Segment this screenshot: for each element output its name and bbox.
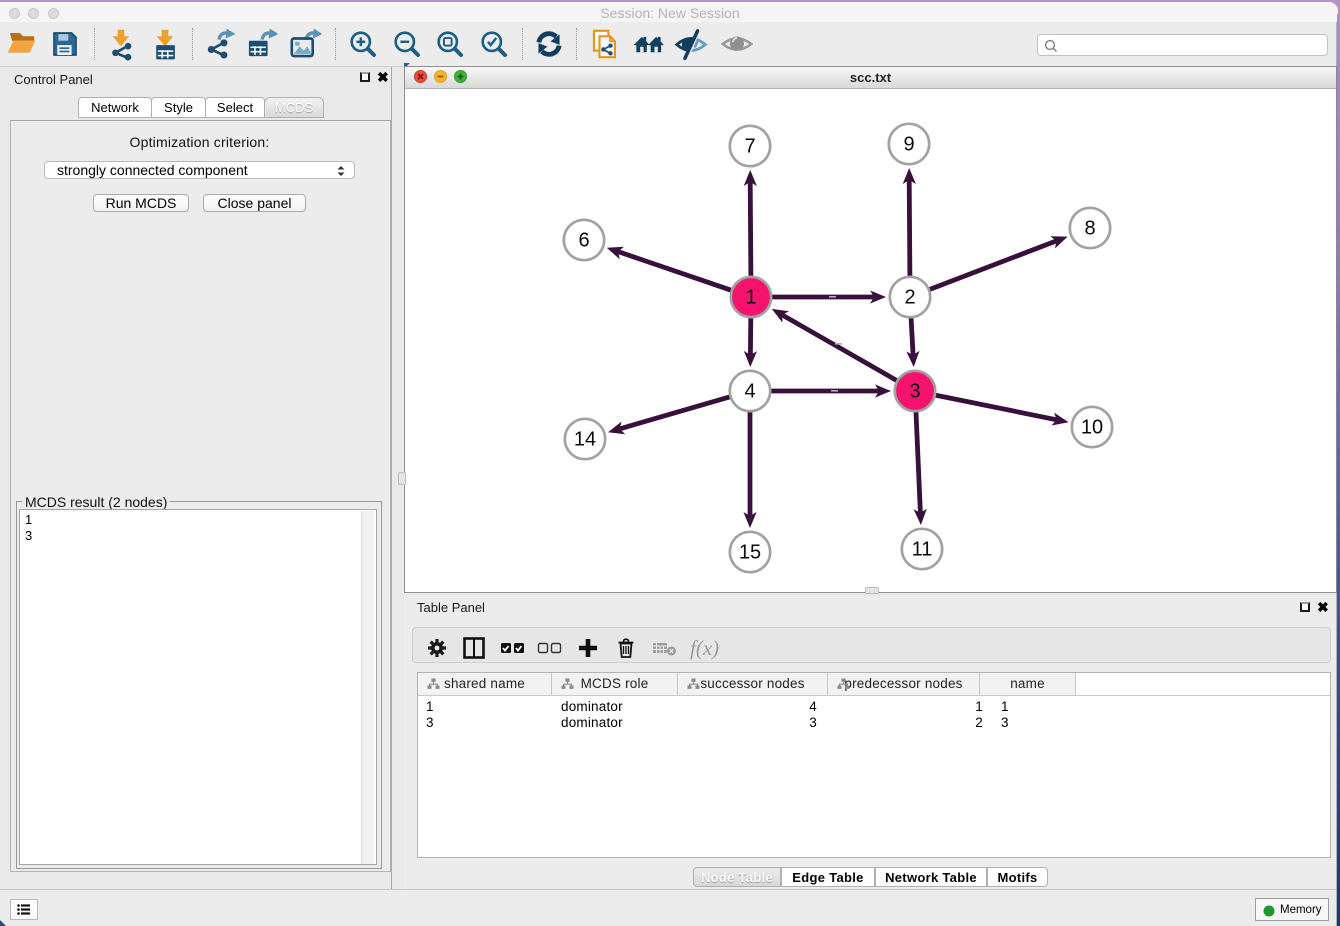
svg-text:3: 3 — [909, 381, 920, 403]
svg-text:8: 8 — [1084, 218, 1095, 240]
svg-text:6: 6 — [578, 230, 589, 252]
svg-text:15: 15 — [739, 542, 761, 564]
svg-text:9: 9 — [903, 134, 914, 156]
svg-text:11: 11 — [912, 539, 933, 561]
svg-text:2: 2 — [904, 287, 915, 309]
svg-text:1: 1 — [745, 287, 756, 309]
svg-text:4: 4 — [744, 381, 755, 403]
svg-text:14: 14 — [574, 429, 596, 451]
svg-text:10: 10 — [1081, 417, 1103, 439]
svg-text:7: 7 — [744, 136, 755, 158]
